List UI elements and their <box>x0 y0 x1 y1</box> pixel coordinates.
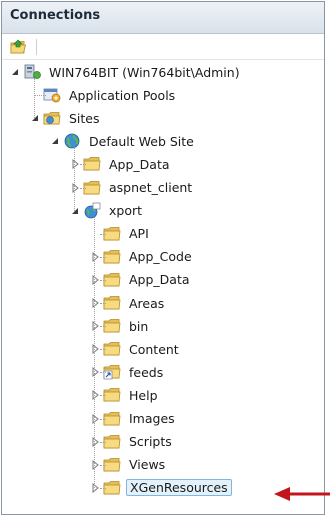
expand-arrow-icon[interactable] <box>90 298 100 308</box>
panel-title: Connections <box>2 2 324 34</box>
tree-node-label: App_Data <box>109 156 170 172</box>
tree-node-folder[interactable]: Scripts <box>102 432 175 452</box>
expand-arrow-icon[interactable] <box>90 482 100 493</box>
expand-arrow-icon[interactable] <box>90 459 100 470</box>
web-app-icon <box>84 202 101 218</box>
expand-arrow-icon[interactable] <box>90 436 100 447</box>
expand-arrow-icon[interactable] <box>90 413 100 424</box>
tree-node-folder[interactable]: Areas <box>102 293 167 313</box>
tree-node-label: Scripts <box>129 434 172 450</box>
collapse-arrow-icon[interactable] <box>70 206 80 216</box>
tree-guide-line <box>100 395 106 397</box>
collapse-arrow-icon[interactable] <box>50 136 60 146</box>
tree-node-label: Application Pools <box>69 87 176 103</box>
tree-guide-line <box>74 147 75 211</box>
tree-guide-line <box>100 233 106 235</box>
tree-node-folder[interactable]: App_Code <box>102 247 195 267</box>
tree-guide-line <box>100 487 106 489</box>
sites-icon <box>43 112 61 125</box>
tree-node-folder[interactable]: App_Data <box>102 270 193 290</box>
collapse-arrow-icon[interactable] <box>10 67 20 77</box>
tree-node-label: Images <box>129 411 175 426</box>
server-icon <box>24 64 41 79</box>
tree-node-label: App_Code <box>129 249 192 265</box>
tree-node-label: Views <box>129 457 166 473</box>
tree-node-application-pools[interactable]: Application Pools <box>42 85 178 105</box>
tree-guide-line <box>100 372 106 374</box>
tree-node-label: WIN764BIT (Win764bit\Admin) <box>49 64 240 80</box>
toolbar-separator <box>36 39 37 55</box>
tree-node-sites[interactable]: Sites <box>42 108 103 128</box>
tree-node-label: XGenResources <box>126 479 232 497</box>
toolbar <box>2 34 324 60</box>
tree-guide-line <box>100 349 106 351</box>
tree-node-folder[interactable]: bin <box>102 316 151 336</box>
tree-node-folder[interactable]: Images <box>102 409 178 429</box>
tree-node-label: App_Data <box>129 272 190 288</box>
tree-node-label: Help <box>129 387 158 403</box>
tree-guide-line <box>80 164 86 166</box>
tree-node-folder[interactable]: feeds <box>102 362 166 382</box>
tree-guide-line <box>100 441 106 443</box>
tree-node-folder[interactable]: API <box>102 224 152 244</box>
tree-guide-line <box>34 95 46 97</box>
tree-guide-line <box>94 216 95 488</box>
tree-guide-line <box>80 187 86 189</box>
tree-node-label: Sites <box>69 110 100 126</box>
tree-guide-line <box>34 78 35 119</box>
tree-guide-line <box>100 279 106 281</box>
tree-node-label: aspnet_client <box>109 180 193 195</box>
expand-arrow-icon[interactable] <box>90 251 100 262</box>
expand-arrow-icon[interactable] <box>70 159 80 170</box>
tree-node-folder[interactable]: App_Data <box>82 154 173 174</box>
tree-node-folder[interactable]: Views <box>102 455 168 475</box>
expand-arrow-icon[interactable] <box>90 274 100 285</box>
tree-node-selected[interactable]: XGenResources <box>102 478 232 498</box>
tree-node-folder[interactable]: Content <box>102 339 182 359</box>
tree-guide-line <box>100 418 106 420</box>
tree-guide-line <box>100 303 106 304</box>
expand-arrow-icon[interactable] <box>90 344 100 355</box>
expand-arrow-icon[interactable] <box>90 367 100 378</box>
tree-node-folder[interactable]: Help <box>102 385 161 405</box>
tree-node-label: xport <box>109 203 143 219</box>
collapse-arrow-icon[interactable] <box>30 113 40 123</box>
connect-icon[interactable] <box>10 39 28 55</box>
globe-icon <box>64 133 80 149</box>
tree-node-label: feeds <box>129 364 164 380</box>
tree-guide-line <box>100 326 106 328</box>
tree-node-label: Areas <box>129 295 165 311</box>
tree-guide-line <box>100 464 106 466</box>
tree-node-default-web-site[interactable]: Default Web Site <box>62 131 197 151</box>
tree-node-server[interactable]: WIN764BIT (Win764bit\Admin) <box>22 62 243 82</box>
tree-node-xport[interactable]: xport <box>82 201 145 221</box>
tree-node-label: bin <box>129 318 149 334</box>
annotation-arrow <box>274 487 330 501</box>
tree-node-label: Content <box>129 341 179 357</box>
expand-arrow-icon[interactable] <box>90 321 100 332</box>
tree-node-folder[interactable]: aspnet_client <box>82 178 195 198</box>
tree-guide-line <box>100 256 106 258</box>
tree-node-label: Default Web Site <box>89 133 194 149</box>
tree-node-label: API <box>129 226 149 242</box>
expand-arrow-icon[interactable] <box>90 390 100 401</box>
expand-arrow-icon[interactable] <box>70 182 80 193</box>
connections-panel: Connections WIN764BIT (Win764bit\Admin) A… <box>1 1 325 515</box>
